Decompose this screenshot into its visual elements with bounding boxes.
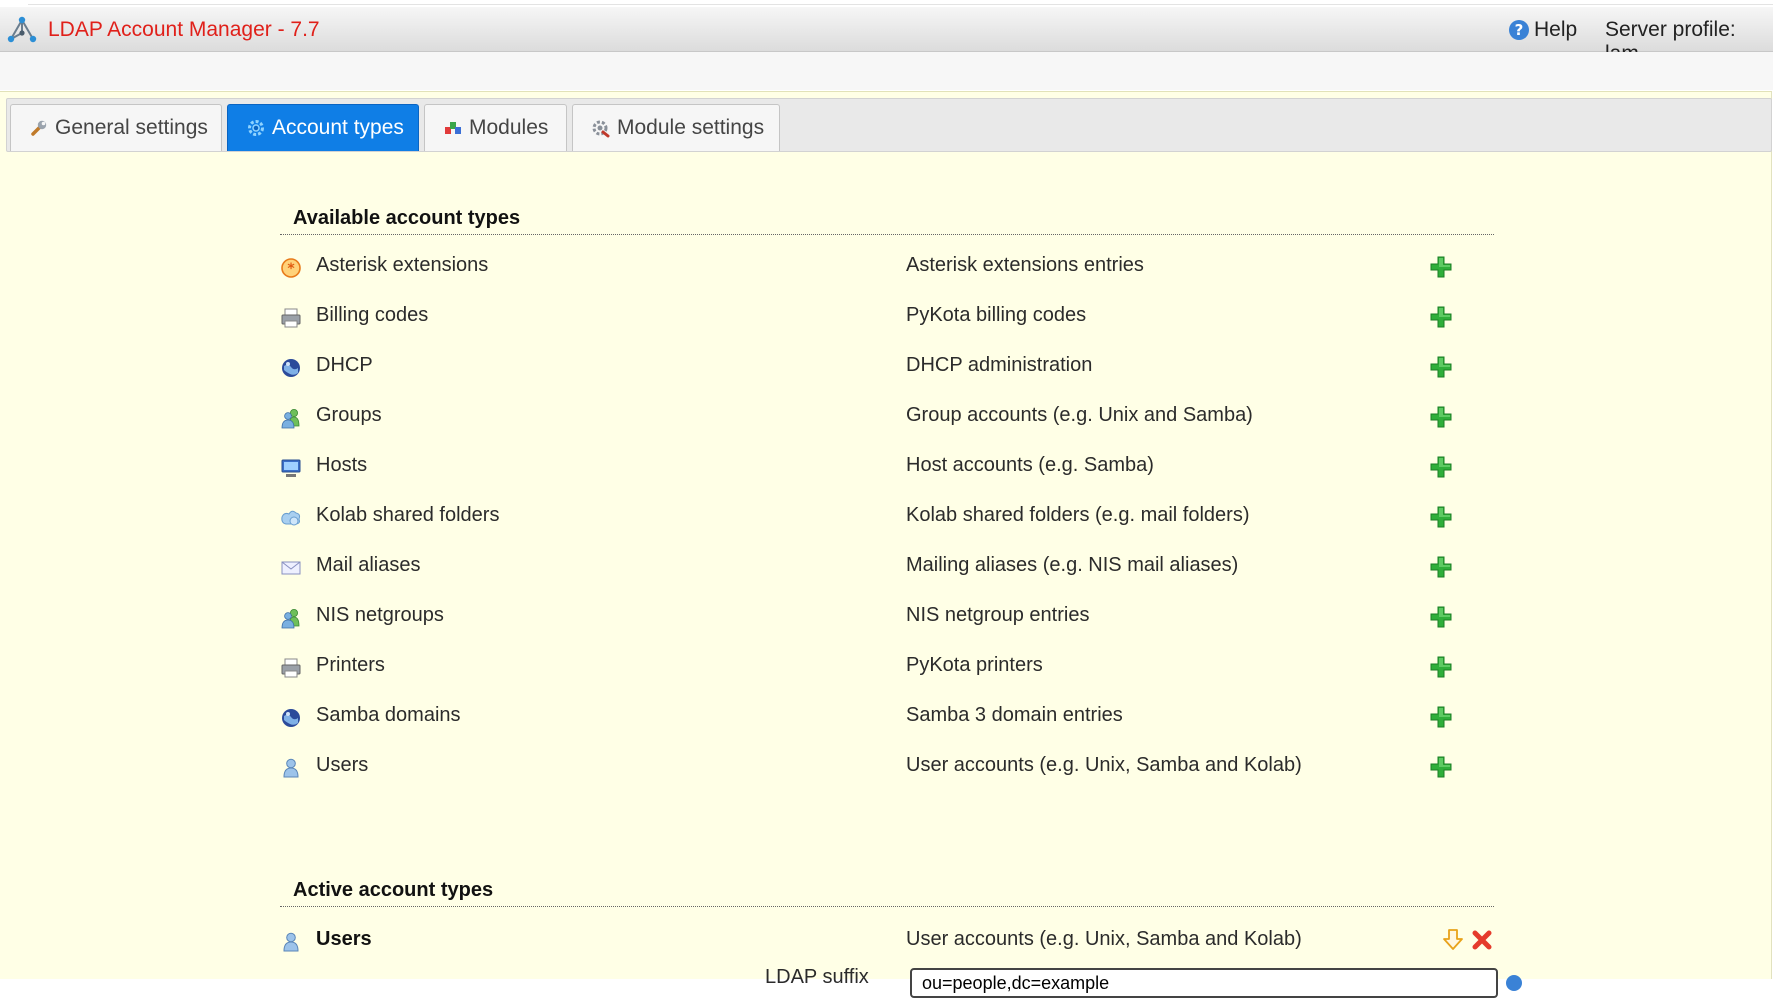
available-type-name: Samba domains xyxy=(316,704,461,726)
modules-icon xyxy=(445,122,461,134)
available-type-description: NIS netgroup entries xyxy=(906,604,1090,626)
add-icon[interactable] xyxy=(1429,255,1453,279)
available-type-name: Mail aliases xyxy=(316,554,421,576)
available-type-description: Kolab shared folders (e.g. mail folders) xyxy=(906,504,1250,526)
computer-icon xyxy=(281,459,301,477)
help-link[interactable]: ? Help xyxy=(1509,18,1577,42)
printer-icon xyxy=(281,308,301,328)
app-header: LDAP Account Manager - 7.7 ? Help Server… xyxy=(0,7,1773,65)
add-icon[interactable] xyxy=(1429,355,1453,379)
shared-folder-icon xyxy=(281,510,301,526)
available-type-row: Users User accounts (e.g. Unix, Samba and… xyxy=(0,754,1600,784)
section-divider xyxy=(280,906,1494,907)
section-divider xyxy=(280,234,1494,235)
available-type-name: Users xyxy=(316,754,369,776)
available-type-description: PyKota billing codes xyxy=(906,304,1087,326)
add-icon[interactable] xyxy=(1429,705,1453,729)
tab-module-settings[interactable]: Module settings xyxy=(572,104,780,151)
help-icon[interactable] xyxy=(1506,975,1522,991)
tab-label: Module settings xyxy=(617,116,765,139)
printer-icon xyxy=(281,658,301,678)
available-type-row: Printers PyKota printers xyxy=(0,654,1600,684)
available-types-title: Available account types xyxy=(293,207,521,229)
available-type-description: Asterisk extensions entries xyxy=(906,254,1144,276)
available-type-row: Samba domains Samba 3 domain entries xyxy=(0,704,1600,734)
active-types-title: Active account types xyxy=(293,879,494,901)
available-type-row: Billing codes PyKota billing codes xyxy=(0,304,1600,334)
tab-label: General settings xyxy=(55,116,208,139)
tab-modules[interactable]: Modules xyxy=(424,104,567,151)
available-type-row: DHCP DHCP administration xyxy=(0,354,1600,384)
group-icon xyxy=(281,609,300,629)
active-type-row-users: Users User accounts (e.g. Unix, Samba an… xyxy=(0,928,1600,958)
available-type-row: NIS netgroups NIS netgroup entries xyxy=(0,604,1600,634)
mail-icon xyxy=(281,561,301,575)
top-divider xyxy=(28,4,1773,5)
available-type-description: User accounts (e.g. Unix, Samba and Kola… xyxy=(906,754,1302,776)
app-title[interactable]: LDAP Account Manager - 7.7 xyxy=(48,18,320,42)
add-icon[interactable] xyxy=(1429,605,1453,629)
available-type-description: PyKota printers xyxy=(906,654,1043,676)
add-icon[interactable] xyxy=(1429,655,1453,679)
available-type-description: Host accounts (e.g. Samba) xyxy=(906,454,1154,476)
available-type-description: Samba 3 domain entries xyxy=(906,704,1123,726)
add-icon[interactable] xyxy=(1429,305,1453,329)
lam-logo-icon xyxy=(7,16,37,43)
arrow-down-icon[interactable] xyxy=(1442,928,1464,952)
user-icon xyxy=(283,932,299,952)
svg-text:*: * xyxy=(287,261,295,277)
tab-account-types[interactable]: Account types xyxy=(227,104,419,151)
available-type-row: Mail aliases Mailing aliases (e.g. NIS ma… xyxy=(0,554,1600,584)
add-icon[interactable] xyxy=(1429,405,1453,429)
available-type-name: Hosts xyxy=(316,454,368,476)
add-icon[interactable] xyxy=(1429,755,1453,779)
available-type-name: DHCP xyxy=(316,354,373,376)
globe-icon xyxy=(282,709,300,727)
available-type-name: Billing codes xyxy=(316,304,429,326)
available-type-description: Mailing aliases (e.g. NIS mail aliases) xyxy=(906,554,1239,576)
tab-label: Account types xyxy=(272,116,404,139)
available-type-description: Group accounts (e.g. Unix and Samba) xyxy=(906,404,1253,426)
help-icon: ? xyxy=(1509,20,1529,40)
group-icon xyxy=(281,409,300,429)
available-type-name: Kolab shared folders xyxy=(316,504,500,526)
add-icon[interactable] xyxy=(1429,555,1453,579)
content-area xyxy=(0,91,1772,979)
add-icon[interactable] xyxy=(1429,455,1453,479)
browser-top-strip xyxy=(0,0,1783,6)
available-type-name: NIS netgroups xyxy=(316,604,444,626)
available-type-description: DHCP administration xyxy=(906,354,1093,376)
remove-icon[interactable] xyxy=(1471,929,1493,951)
sub-bar xyxy=(0,52,1773,90)
gear-icon xyxy=(248,120,264,136)
available-type-row: Hosts Host accounts (e.g. Samba) xyxy=(0,454,1600,484)
available-type-name: Asterisk extensions xyxy=(316,254,489,276)
ldap-suffix-input[interactable] xyxy=(910,968,1498,998)
active-type-name: Users xyxy=(316,928,372,950)
tab-label: Modules xyxy=(469,116,549,139)
available-type-row: * Asterisk extensions Asterisk extensions … xyxy=(0,254,1600,284)
globe-icon xyxy=(282,359,300,377)
user-icon xyxy=(283,758,299,778)
module-settings-icon xyxy=(592,120,610,138)
help-label: Help xyxy=(1534,18,1578,41)
tab-general-settings[interactable]: General settings xyxy=(10,104,222,151)
available-type-row: Groups Group accounts (e.g. Unix and Samb… xyxy=(0,404,1600,434)
asterisk-icon: * xyxy=(281,258,301,278)
wrench-icon xyxy=(31,120,47,136)
available-type-name: Printers xyxy=(316,654,385,676)
add-icon[interactable] xyxy=(1429,505,1453,529)
available-type-row: Kolab shared folders Kolab shared folders… xyxy=(0,504,1600,534)
active-type-description: User accounts (e.g. Unix, Samba and Kola… xyxy=(906,928,1302,950)
available-type-name: Groups xyxy=(316,404,382,426)
